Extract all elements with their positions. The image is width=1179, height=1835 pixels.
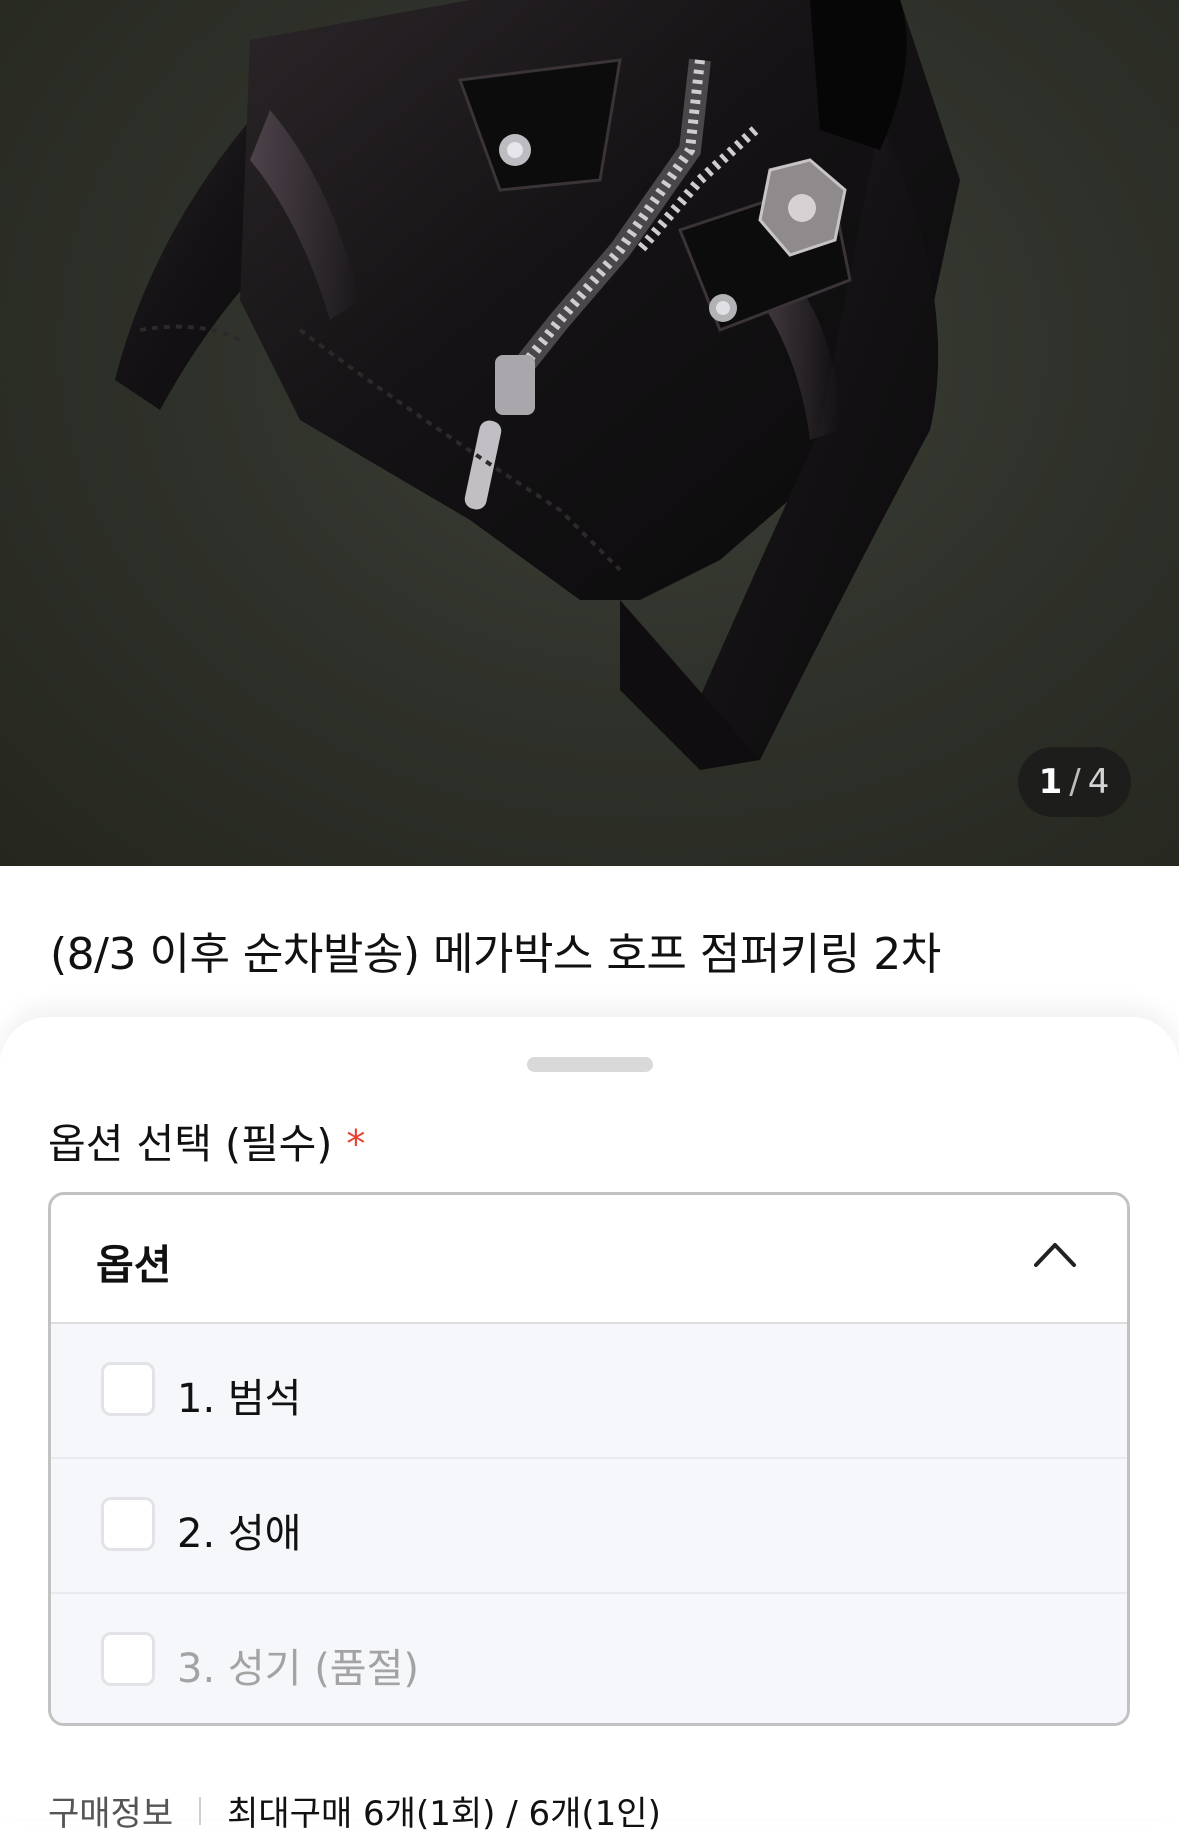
chevron-up-icon[interactable]: [1033, 1239, 1077, 1269]
image-counter-badge: 1/4: [1018, 747, 1131, 817]
jacket-illustration: [115, 0, 960, 770]
purchase-info-label: 구매정보: [48, 1794, 174, 1834]
image-counter-separator: /: [1069, 762, 1082, 802]
option-item-2[interactable]: 2. 성애: [51, 1459, 1127, 1594]
sheet-drag-handle[interactable]: [527, 1057, 653, 1072]
option-checkbox: [101, 1632, 155, 1686]
option-select-header[interactable]: 옵션: [51, 1195, 1127, 1324]
option-select: 옵션 1. 범석 2. 성애 3. 성기 (품절): [48, 1192, 1130, 1726]
option-label: 1. 범석: [177, 1376, 302, 1422]
option-label: 2. 성애: [177, 1511, 302, 1557]
product-title: (8/3 이후 순차발송) 메가박스 호프 점퍼키링 2차: [50, 929, 941, 980]
option-list: 1. 범석 2. 성애 3. 성기 (품절): [51, 1324, 1127, 1723]
required-marker: *: [346, 1122, 366, 1166]
purchase-limit-text: 최대구매 6개(1회) / 6개(1인): [227, 1794, 661, 1834]
image-counter-current: 1: [1038, 762, 1064, 802]
option-checkbox[interactable]: [101, 1497, 155, 1551]
option-label: 3. 성기 (품절): [177, 1646, 420, 1692]
image-counter-total: 4: [1087, 762, 1111, 802]
option-checkbox[interactable]: [101, 1362, 155, 1416]
option-section-label: 옵션 선택 (필수) *: [48, 1110, 365, 1170]
purchase-info-divider: [199, 1796, 202, 1825]
option-item-3-sold-out: 3. 성기 (품절): [51, 1594, 1127, 1723]
purchase-info: 구매정보 최대구매 6개(1회) / 6개(1인): [48, 1786, 661, 1835]
option-select-label: 옵션: [96, 1241, 172, 1289]
option-item-1[interactable]: 1. 범석: [51, 1324, 1127, 1459]
product-image[interactable]: 1/4: [0, 0, 1179, 866]
option-section-title: 옵션 선택 (필수): [48, 1120, 333, 1168]
